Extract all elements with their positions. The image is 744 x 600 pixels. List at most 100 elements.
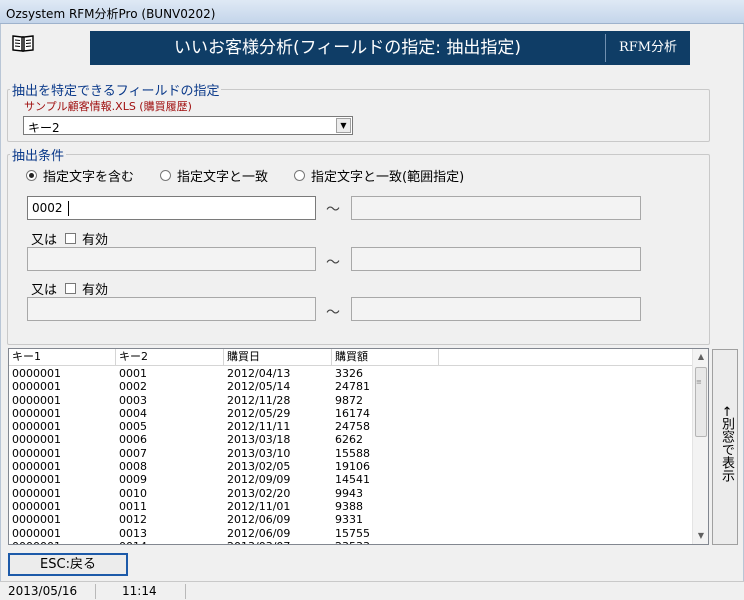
table-cell: 2012/04/13 — [227, 367, 291, 380]
table-cell: 9872 — [335, 393, 363, 407]
valid-checkbox-1[interactable] — [65, 233, 77, 244]
table-cell: 2012/05/29 — [227, 406, 291, 420]
column-header[interactable]: 購買日 — [224, 349, 332, 366]
table-cell: 2013/02/05 — [227, 460, 291, 474]
table-cell: 19106 — [335, 460, 370, 474]
table-row[interactable]: 000000100142013/03/0723533 — [9, 540, 693, 544]
table-row[interactable]: 0000001 0007 2013/03/10 15588 — [9, 447, 693, 460]
condition-from-input[interactable]: 0002 — [27, 196, 316, 220]
table-cell: 2012/11/01 — [227, 499, 291, 513]
table-cell: 0000001 — [12, 473, 61, 487]
table-cell: 0000001 — [12, 367, 61, 380]
chevron-down-icon[interactable]: ▼ — [336, 118, 351, 133]
table-row[interactable]: 0000001 0001 2012/04/13 3326 — [9, 367, 693, 380]
table-cell: 0008 — [119, 460, 147, 474]
radio-range-button[interactable] — [294, 169, 305, 181]
table-cell: 15755 — [335, 526, 370, 540]
table-cell: 0000001 — [12, 499, 61, 513]
text-caret — [68, 201, 69, 216]
table-row[interactable]: 0000001 0002 2012/05/14 24781 — [9, 380, 693, 393]
table-cell: 0000001 — [12, 380, 61, 394]
condition-to-input[interactable] — [351, 196, 641, 220]
condition-from-value: 0002 — [32, 201, 63, 215]
radio-contains-button[interactable] — [26, 169, 37, 181]
table-cell: 2012/11/11 — [227, 420, 291, 434]
or2-from-input[interactable] — [27, 297, 316, 321]
radio-range-label: 指定文字と一致(範囲指定) — [311, 169, 465, 185]
window-title: Ozsystem RFM分析Pro (BUNV0202) — [6, 7, 216, 21]
or1-from-input[interactable] — [27, 247, 316, 271]
or2-to-input[interactable] — [351, 297, 641, 321]
table-cell: 0011 — [119, 499, 147, 513]
open-new-window-button[interactable]: ←別窓で表示 — [712, 349, 738, 545]
status-time: 11:14 — [96, 584, 186, 599]
table-cell: 0000001 — [9, 540, 116, 544]
valid-label: 有効 — [82, 233, 109, 248]
or1-to-input[interactable] — [351, 247, 641, 271]
list-body: 0000001 0001 2012/04/13 3326 0000001 0002 2012… — [9, 367, 693, 544]
scroll-down-icon[interactable]: ▼ — [693, 528, 708, 544]
title-bar: Ozsystem RFM分析Pro (BUNV0202) — [0, 0, 744, 24]
banner-rfm-label: RFM分析 — [618, 40, 678, 55]
table-cell: 0009 — [119, 473, 147, 487]
table-cell: 0000001 — [12, 460, 61, 474]
valid-checkbox-2[interactable] — [65, 283, 77, 294]
book-icon — [12, 35, 34, 52]
range-tilde: ～ — [326, 305, 340, 321]
table-cell: 9943 — [335, 486, 363, 500]
table-row[interactable]: 0000001 0004 2012/05/29 16174 — [9, 407, 693, 420]
radio-exact-label: 指定文字と一致 — [177, 169, 269, 185]
column-header-empty — [439, 349, 693, 366]
table-cell: 0000001 — [12, 393, 61, 407]
or-row-1: 又は 有効 — [31, 229, 108, 248]
table-cell: 2013/03/18 — [227, 433, 291, 447]
list-scrollbar[interactable]: ▲ ≡ ▼ — [692, 349, 708, 544]
column-header[interactable]: キー2 — [116, 349, 224, 366]
scroll-up-icon[interactable]: ▲ — [693, 349, 708, 365]
header-banner: いいお客様分析(フィールドの指定: 抽出指定) RFM分析 — [90, 31, 690, 65]
table-row[interactable]: 0000001 0006 2013/03/18 6262 — [9, 433, 693, 446]
table-cell: 16174 — [335, 406, 370, 420]
table-cell: 0000001 — [12, 526, 61, 540]
table-cell: 0000001 — [12, 513, 61, 527]
table-cell: 0000001 — [12, 406, 61, 420]
radio-contains[interactable]: 指定文字を含む — [26, 167, 134, 185]
table-cell: 0013 — [119, 526, 147, 540]
table-cell: 0001 — [119, 367, 147, 380]
condition-legend: 抽出条件 — [12, 149, 65, 164]
table-cell: 2013/02/20 — [227, 486, 291, 500]
radio-exact[interactable]: 指定文字と一致 — [160, 167, 269, 185]
table-cell: 6262 — [335, 433, 363, 447]
table-row[interactable]: 0000001 0009 2012/09/09 14541 — [9, 473, 693, 486]
radio-range[interactable]: 指定文字と一致(範囲指定) — [294, 167, 465, 185]
valid-label: 有効 — [82, 283, 109, 298]
banner-title: いいお客様分析(フィールドの指定: 抽出指定) — [173, 38, 522, 58]
table-row[interactable]: 0000001 0011 2012/11/01 9388 — [9, 500, 693, 513]
table-cell: 0000001 — [12, 420, 61, 434]
table-row[interactable]: 0000001 0008 2013/02/05 19106 — [9, 460, 693, 473]
result-list[interactable]: キー1 キー2 購買日 購買額 0000001 0001 2012/04/13 332… — [8, 348, 709, 545]
or-label: 又は — [31, 283, 58, 298]
table-cell: 0014 — [116, 540, 224, 544]
table-row[interactable]: 0000001 0010 2013/02/20 9943 — [9, 487, 693, 500]
table-cell: 2012/09/09 — [227, 473, 291, 487]
table-cell: 23533 — [332, 540, 439, 544]
column-header[interactable]: キー1 — [9, 349, 116, 366]
table-cell: 2012/11/28 — [227, 393, 291, 407]
grip-icon: ≡ — [696, 378, 702, 386]
column-header[interactable]: 購買額 — [332, 349, 439, 366]
radio-exact-button[interactable] — [160, 169, 171, 181]
table-cell: 0000001 — [12, 446, 61, 460]
table-row[interactable]: 0000001 0005 2012/11/11 24758 — [9, 420, 693, 433]
file-label: サンプル顧客情報.XLS (購買履歴) — [24, 100, 192, 113]
table-row[interactable]: 0000001 0013 2012/06/09 15755 — [9, 527, 693, 540]
list-header: キー1 キー2 購買日 購買額 — [9, 349, 693, 366]
table-cell: 0004 — [119, 406, 147, 420]
table-row[interactable]: 0000001 0003 2012/11/28 9872 — [9, 394, 693, 407]
or-row-2: 又は 有効 — [31, 279, 108, 298]
esc-back-button[interactable]: ESC:戻る — [8, 553, 128, 576]
table-cell: 0003 — [119, 393, 147, 407]
field-select[interactable]: キー2 ▼ — [23, 116, 353, 135]
table-row[interactable]: 0000001 0012 2012/06/09 9331 — [9, 513, 693, 526]
or-label: 又は — [31, 233, 58, 248]
